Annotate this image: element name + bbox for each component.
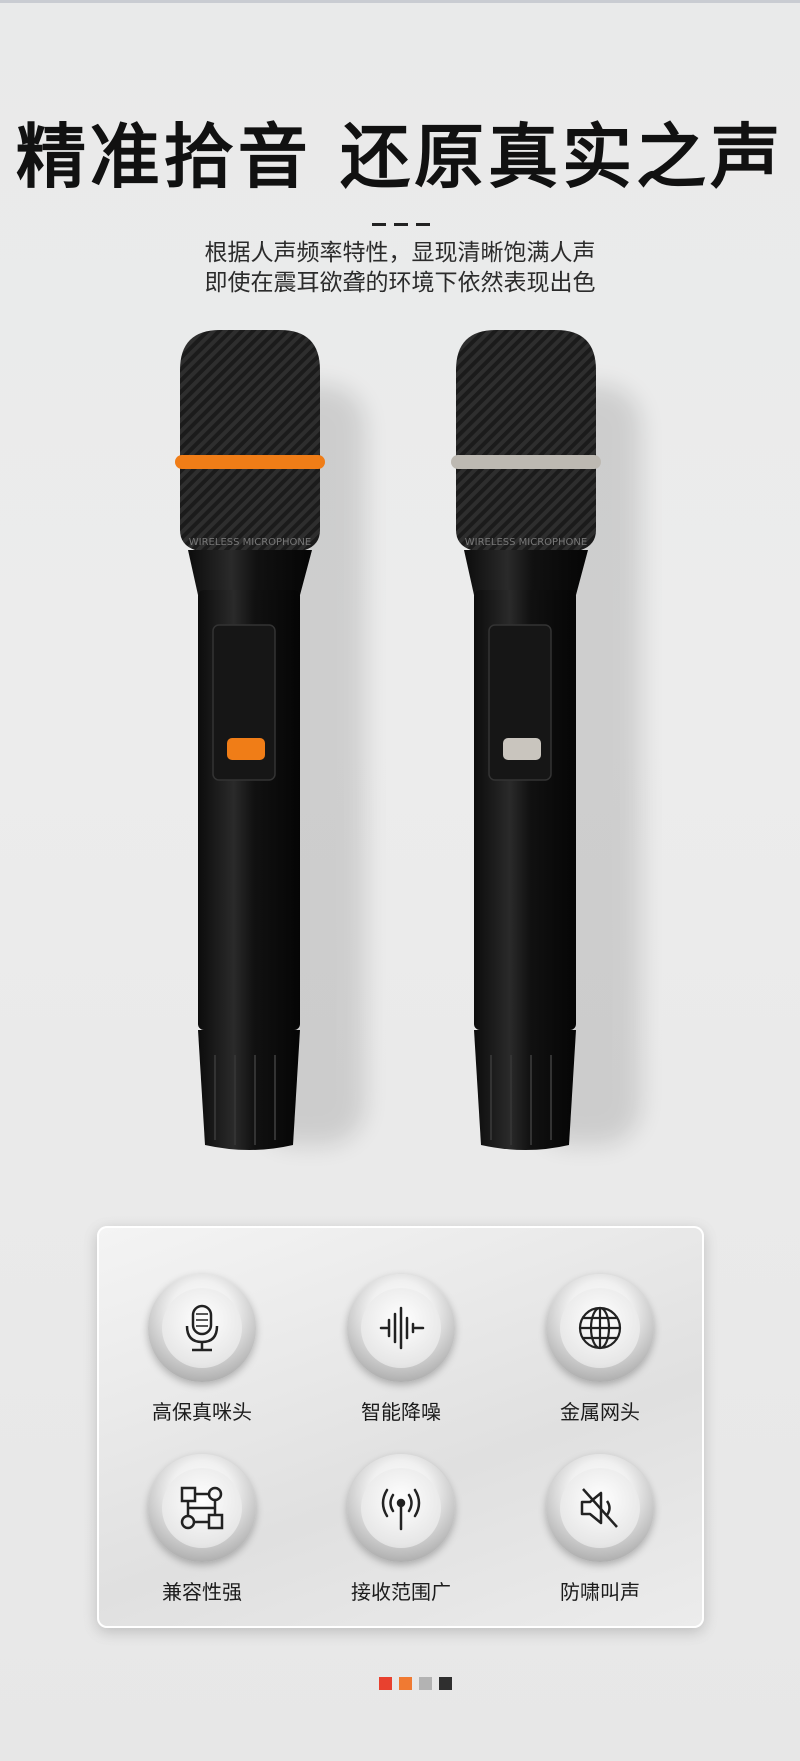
- feature-icon-ball: [347, 1454, 455, 1562]
- microphone-orange: WIRELESS MICROPHONE: [160, 325, 365, 1169]
- color-ring: [175, 455, 325, 469]
- feature-label: 高保真咪头: [152, 1400, 252, 1424]
- page-title: 精准拾音 还原真实之声: [15, 116, 785, 198]
- feature-compatibility: 兼容性强: [122, 1454, 282, 1605]
- subtitle: 根据人声频率特性，显现清晰饱满人声 即使在震耳欲聋的环境下依然表现出色: [0, 238, 800, 298]
- mic-label-1: WIRELESS MICROPHONE: [189, 537, 311, 548]
- feature-icon-ball: [148, 1274, 256, 1382]
- power-switch[interactable]: [227, 738, 265, 760]
- top-border: [0, 0, 800, 3]
- mic-label-2: WIRELESS MICROPHONE: [465, 537, 587, 548]
- sound-wave-icon: [379, 1306, 425, 1350]
- feature-icon-ball: [546, 1274, 654, 1382]
- color-swatches: [379, 1675, 459, 1690]
- subtitle-line-2: 即使在震耳欲聋的环境下依然表现出色: [204, 270, 596, 296]
- microphone-icon: [185, 1304, 219, 1352]
- swatch-gray[interactable]: [419, 1677, 432, 1690]
- feature-label: 兼容性强: [162, 1580, 242, 1604]
- feature-anti-howling: 防啸叫声: [520, 1454, 680, 1605]
- feature-label: 接收范围广: [351, 1580, 451, 1604]
- features-panel: 高保真咪头 智能降噪 金属网头 兼容性强 接收范围广 防啸叫声: [97, 1226, 704, 1628]
- network-nodes-icon: [180, 1486, 224, 1530]
- feature-hifi-mic: 高保真咪头: [122, 1274, 282, 1425]
- color-ring: [451, 455, 601, 469]
- feature-label: 金属网头: [560, 1400, 640, 1424]
- feature-icon-ball: [347, 1274, 455, 1382]
- swatch-black[interactable]: [439, 1677, 452, 1690]
- feature-noise-reduction: 智能降噪: [321, 1274, 481, 1425]
- feature-label: 智能降噪: [361, 1400, 441, 1424]
- swatch-red[interactable]: [379, 1677, 392, 1690]
- feature-icon-ball: [546, 1454, 654, 1562]
- feature-wide-range: 接收范围广: [321, 1454, 481, 1605]
- globe-mesh-icon: [578, 1306, 622, 1350]
- feature-label: 防啸叫声: [560, 1580, 640, 1604]
- power-switch[interactable]: [503, 738, 541, 760]
- subtitle-line-1: 根据人声频率特性，显现清晰饱满人声: [204, 240, 596, 266]
- microphone-silver: WIRELESS MICROPHONE: [436, 325, 641, 1169]
- swatch-orange[interactable]: [399, 1677, 412, 1690]
- feature-metal-mesh: 金属网头: [520, 1274, 680, 1425]
- antenna-signal-icon: [381, 1488, 421, 1531]
- speaker-mute-icon: [580, 1488, 618, 1528]
- feature-icon-ball: [148, 1454, 256, 1562]
- divider-dash: [372, 223, 430, 226]
